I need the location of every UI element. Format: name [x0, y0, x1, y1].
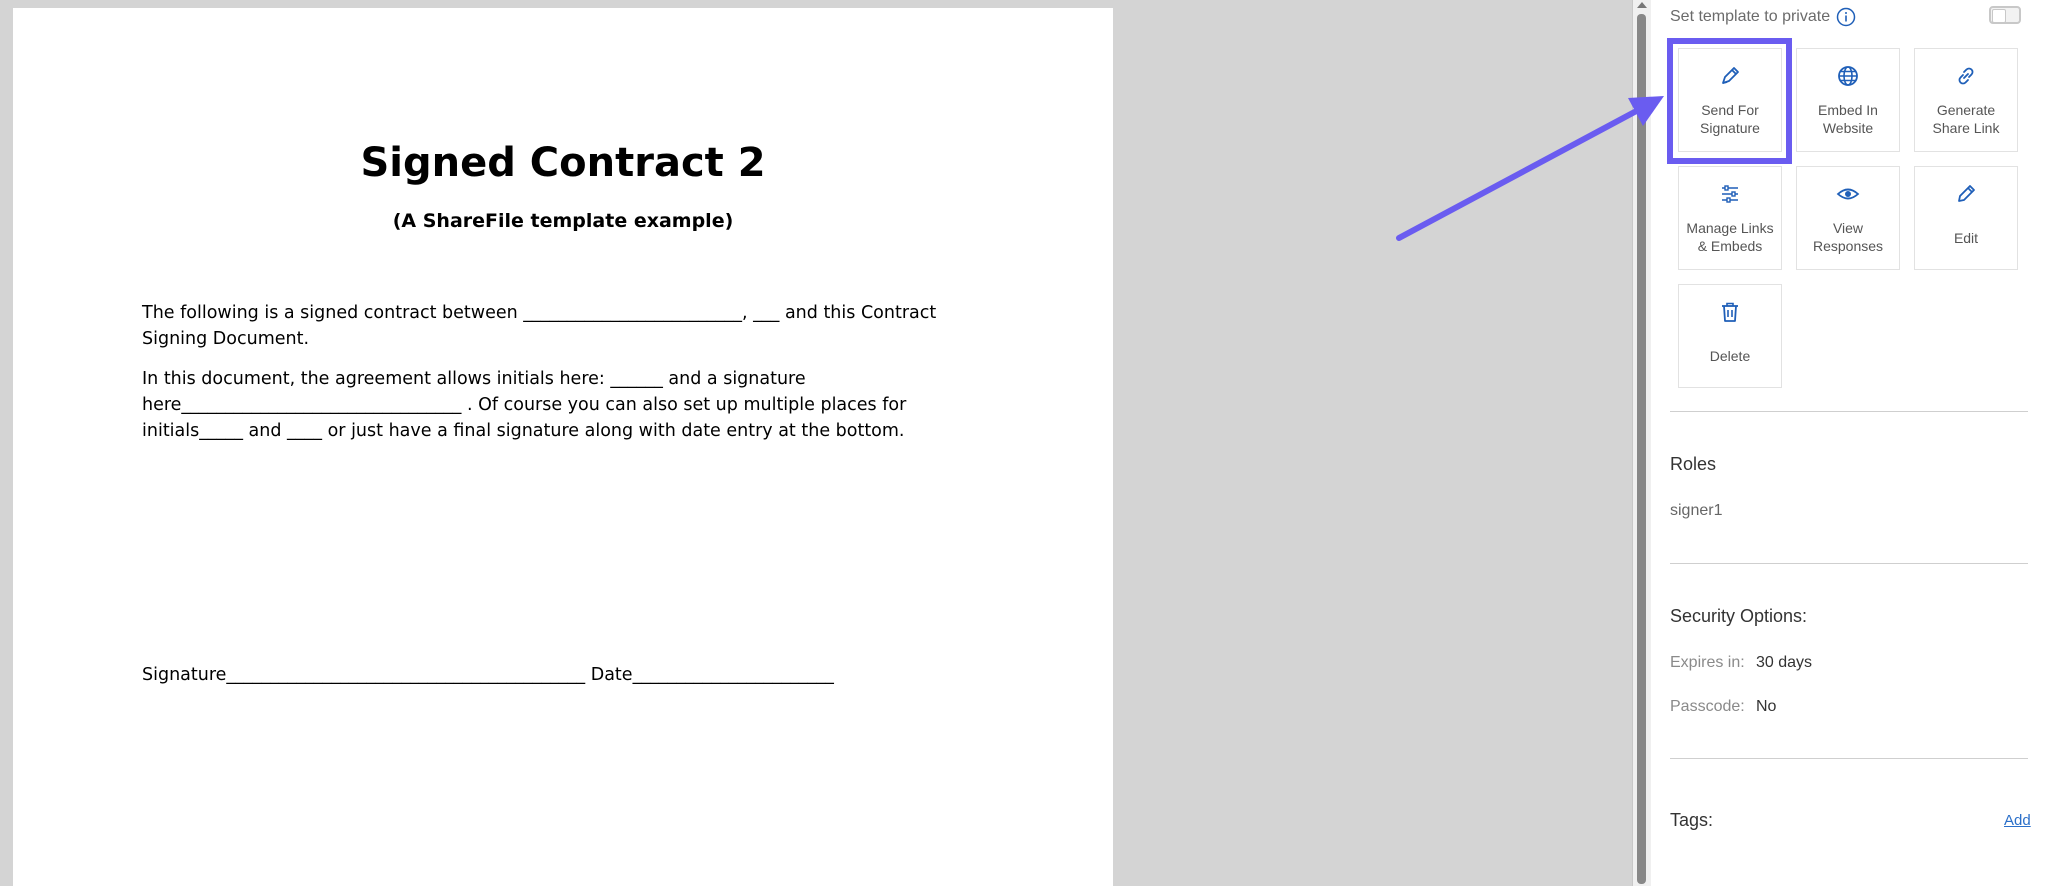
annotation-arrow-icon — [1396, 96, 1664, 241]
